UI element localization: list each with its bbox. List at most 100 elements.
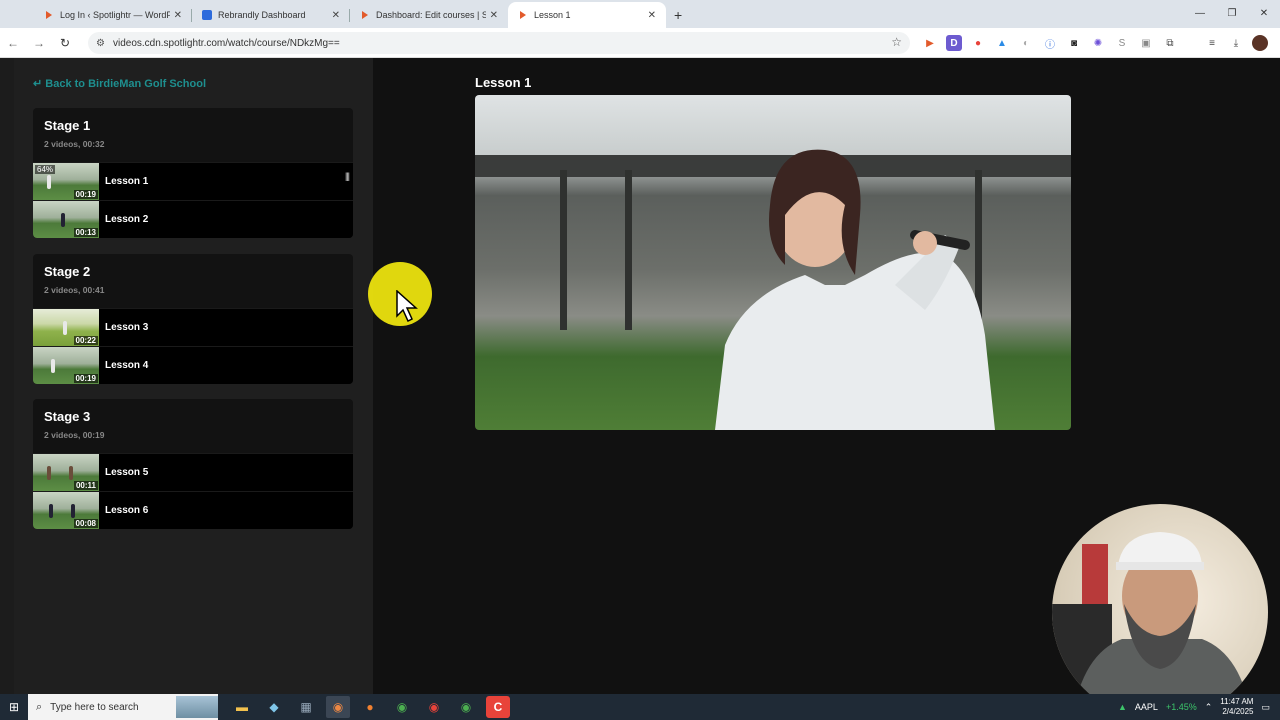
lesson-item[interactable]: 00:19 Lesson 4 xyxy=(33,346,353,384)
clock-date: 2/4/2025 xyxy=(1222,707,1254,716)
search-placeholder: Type here to search xyxy=(50,701,139,713)
lesson-duration: 00:19 xyxy=(73,374,98,383)
system-clock[interactable]: 11:47 AM 2/4/2025 xyxy=(1220,697,1253,717)
tab-title: Log In ‹ Spotlightr — WordPress xyxy=(60,10,170,20)
spotlightr-favicon-icon xyxy=(46,11,52,19)
stage-header[interactable]: Stage 1 2 videos, 00:32 xyxy=(33,108,353,162)
new-tab-button[interactable]: + xyxy=(674,2,682,28)
browser-tab-1[interactable]: Log In ‹ Spotlightr — WordPress ✕ xyxy=(34,2,192,28)
lesson-item[interactable]: 00:08 Lesson 6 xyxy=(33,491,353,529)
minimize-icon[interactable]: — xyxy=(1184,0,1216,26)
extension-grey-icon[interactable]: ◐ xyxy=(1018,35,1034,51)
browser-tab-2[interactable]: Rebrandly Dashboard ✕ xyxy=(192,2,350,28)
extension-play-icon[interactable]: ▶ xyxy=(922,35,938,51)
lesson-name: Lesson 1 xyxy=(105,176,149,187)
tab-close-icon[interactable]: ✕ xyxy=(174,10,182,21)
windows-taskbar: ⊞ ⌕ Type here to search ▬ ◆ ▦ ◉ ● ◉ ◉ ◉ … xyxy=(0,694,1280,720)
extensions-puzzle-icon[interactable]: ⧉ xyxy=(1162,35,1178,51)
now-playing-icon: ||| xyxy=(344,171,350,181)
mouse-pointer-icon xyxy=(396,290,418,322)
tab-strip: Log In ‹ Spotlightr — WordPress ✕ Rebran… xyxy=(0,0,1280,28)
extension-s-icon[interactable]: S xyxy=(1114,35,1130,51)
stage-meta: 2 videos, 00:19 xyxy=(44,430,105,440)
tab-close-icon[interactable]: ✕ xyxy=(648,10,656,21)
camtasia-icon[interactable]: C xyxy=(486,696,510,718)
lesson-thumbnail: 00:08 xyxy=(33,492,99,529)
stage-title: Stage 2 xyxy=(44,264,91,279)
chrome-alt-icon[interactable]: ◉ xyxy=(454,696,478,718)
extension-gear-icon[interactable]: ✺ xyxy=(1090,35,1106,51)
profile-avatar[interactable] xyxy=(1252,35,1268,51)
back-to-school-link[interactable]: ↵ Back to BirdieMan Golf School xyxy=(33,77,206,90)
lesson-item[interactable]: 00:22 Lesson 3 xyxy=(33,308,353,346)
video-title: Lesson 1 xyxy=(475,75,532,90)
extension-icons: ▶ D ● ▲ ◐ ⓘ ◙ ✺ S ▣ ⧉ ≡ ⤓ ⋮ xyxy=(922,35,1280,51)
site-info-icon[interactable]: ⚙ xyxy=(96,38,105,49)
tab-title: Rebrandly Dashboard xyxy=(218,10,306,20)
tab-title: Dashboard: Edit courses | Spotlightr xyxy=(376,10,486,20)
browser-tab-4-active[interactable]: Lesson 1 ✕ xyxy=(508,2,666,28)
lesson-duration: 00:22 xyxy=(73,336,98,345)
extension-d-icon[interactable]: D xyxy=(946,35,962,51)
stock-change: +1.45% xyxy=(1165,702,1197,712)
close-window-icon[interactable]: ✕ xyxy=(1248,0,1280,26)
lesson-duration: 00:08 xyxy=(73,519,98,528)
lesson-duration: 00:19 xyxy=(73,190,98,199)
pinned-apps: ▬ ◆ ▦ ◉ ● ◉ ◉ ◉ C xyxy=(230,696,510,718)
extension-circle-icon[interactable]: ● xyxy=(970,35,986,51)
extension-info-icon[interactable]: ⓘ xyxy=(1042,35,1058,51)
presenter-webcam xyxy=(1052,504,1268,720)
file-explorer-icon[interactable]: ▬ xyxy=(230,696,254,718)
spotlightr-favicon-icon xyxy=(362,11,368,19)
url-text: videos.cdn.spotlightr.com/watch/course/N… xyxy=(112,37,340,49)
progress-badge: 64% xyxy=(35,165,56,174)
chrome-active-icon[interactable]: ◉ xyxy=(326,696,350,718)
stage-header[interactable]: Stage 2 2 videos, 00:41 xyxy=(33,254,353,308)
media-control-icon[interactable]: ≡ xyxy=(1204,35,1220,51)
extension-lens-icon[interactable]: ◙ xyxy=(1066,35,1082,51)
tab-close-icon[interactable]: ✕ xyxy=(332,10,340,21)
rebrandly-favicon-icon xyxy=(202,10,212,20)
presenter-image xyxy=(1052,532,1252,720)
chrome-icon[interactable]: ◉ xyxy=(422,696,446,718)
lesson-item[interactable]: 00:13 Lesson 2 xyxy=(33,200,353,238)
url-field[interactable]: ⚙ videos.cdn.spotlightr.com/watch/course… xyxy=(88,32,910,54)
windows-start-icon[interactable]: ⊞ xyxy=(0,700,28,714)
extension-box-icon[interactable]: ▣ xyxy=(1138,35,1154,51)
stage-meta: 2 videos, 00:32 xyxy=(44,139,105,149)
video-player[interactable] xyxy=(475,95,1071,430)
stage-title: Stage 1 xyxy=(44,118,91,133)
restore-icon[interactable]: ❐ xyxy=(1216,0,1248,26)
lesson-name: Lesson 4 xyxy=(105,360,149,371)
tray-chevron-icon[interactable]: ⌃ xyxy=(1205,702,1213,713)
download-icon[interactable]: ⤓ xyxy=(1228,35,1244,51)
notepad-icon[interactable]: ◆ xyxy=(262,696,286,718)
stage-title: Stage 3 xyxy=(44,409,91,424)
calculator-icon[interactable]: ▦ xyxy=(294,696,318,718)
lesson-item[interactable]: 00:11 Lesson 5 xyxy=(33,453,353,491)
golfer-image xyxy=(715,149,995,430)
firefox-icon[interactable]: ● xyxy=(358,696,382,718)
stage-header[interactable]: Stage 3 2 videos, 00:19 xyxy=(33,399,353,453)
chrome-profile-icon[interactable]: ◉ xyxy=(390,696,414,718)
spotlightr-favicon-icon xyxy=(520,11,526,19)
lesson-duration: 00:11 xyxy=(73,481,98,490)
menu-kebab-icon[interactable]: ⋮ xyxy=(1276,35,1280,51)
stage-card: Stage 2 2 videos, 00:41 00:22 Lesson 3 0… xyxy=(33,254,353,384)
tab-close-icon[interactable]: ✕ xyxy=(490,10,498,21)
forward-arrow-icon[interactable]: → xyxy=(26,36,52,50)
browser-tab-3[interactable]: Dashboard: Edit courses | Spotlightr ✕ xyxy=(350,2,508,28)
tab-title: Lesson 1 xyxy=(534,10,571,20)
stage-meta: 2 videos, 00:41 xyxy=(44,285,105,295)
bookmark-star-icon[interactable]: ☆ xyxy=(891,35,902,49)
stage-card: Stage 1 2 videos, 00:32 64% 00:19 Lesson… xyxy=(33,108,353,238)
clock-time: 11:47 AM xyxy=(1220,697,1254,706)
back-arrow-icon[interactable]: ← xyxy=(0,36,26,50)
lesson-name: Lesson 3 xyxy=(105,322,149,333)
extension-drive-icon[interactable]: ▲ xyxy=(994,35,1010,51)
lesson-item[interactable]: 64% 00:19 Lesson 1 ||| xyxy=(33,162,353,200)
notification-icon[interactable]: ▭ xyxy=(1261,702,1270,713)
reload-icon[interactable]: ↻ xyxy=(52,36,78,50)
lesson-thumbnail: 00:13 xyxy=(33,201,99,238)
lesson-thumbnail: 64% 00:19 xyxy=(33,163,99,200)
